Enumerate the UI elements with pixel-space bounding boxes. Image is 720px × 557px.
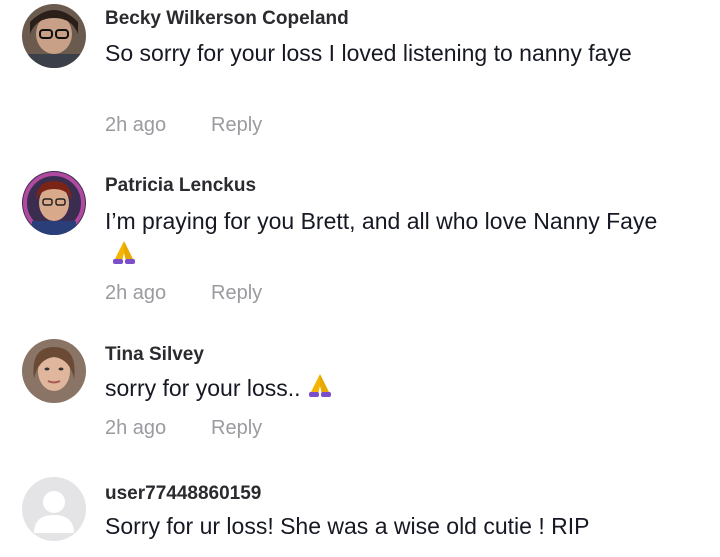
- comment-meta: 2h ago Reply: [105, 417, 262, 440]
- user-photo-avatar-icon: [22, 4, 86, 68]
- default-avatar-icon: [22, 477, 86, 541]
- folded-hands-icon: [111, 239, 137, 274]
- comment-timestamp: 2h ago: [105, 417, 167, 439]
- comment-text: So sorry for your loss I loved listening…: [105, 40, 632, 66]
- avatar[interactable]: [22, 477, 86, 541]
- comment-meta: 2h ago Reply: [105, 282, 262, 305]
- folded-hands-icon: [307, 372, 333, 407]
- reply-button[interactable]: Reply: [211, 114, 262, 136]
- comment-username[interactable]: Tina Silvey: [105, 344, 204, 366]
- comment-timestamp: 2h ago: [105, 114, 167, 136]
- comment-username[interactable]: user77448860159: [105, 483, 261, 505]
- avatar[interactable]: [22, 339, 86, 403]
- user-photo-avatar-icon: [22, 339, 86, 403]
- comment-text-content: I’m praying for you Brett, and all who l…: [105, 208, 658, 234]
- user-photo-avatar-icon: [22, 171, 86, 235]
- comment-text: I’m praying for you Brett, and all who l…: [105, 204, 685, 274]
- avatar[interactable]: [22, 171, 86, 235]
- reply-button[interactable]: Reply: [211, 417, 262, 439]
- avatar[interactable]: [22, 4, 86, 68]
- comment-meta: 2h ago Reply: [105, 114, 262, 137]
- comment-text: Sorry for ur loss! She was a wise old cu…: [105, 513, 590, 539]
- reply-button[interactable]: Reply: [211, 282, 262, 304]
- comment-username[interactable]: Becky Wilkerson Copeland: [105, 8, 349, 30]
- comment-text-content: sorry for your loss..: [105, 375, 301, 401]
- comment-text: sorry for your loss..: [105, 371, 685, 407]
- comment-timestamp: 2h ago: [105, 282, 167, 304]
- comment-username[interactable]: Patricia Lenckus: [105, 175, 256, 197]
